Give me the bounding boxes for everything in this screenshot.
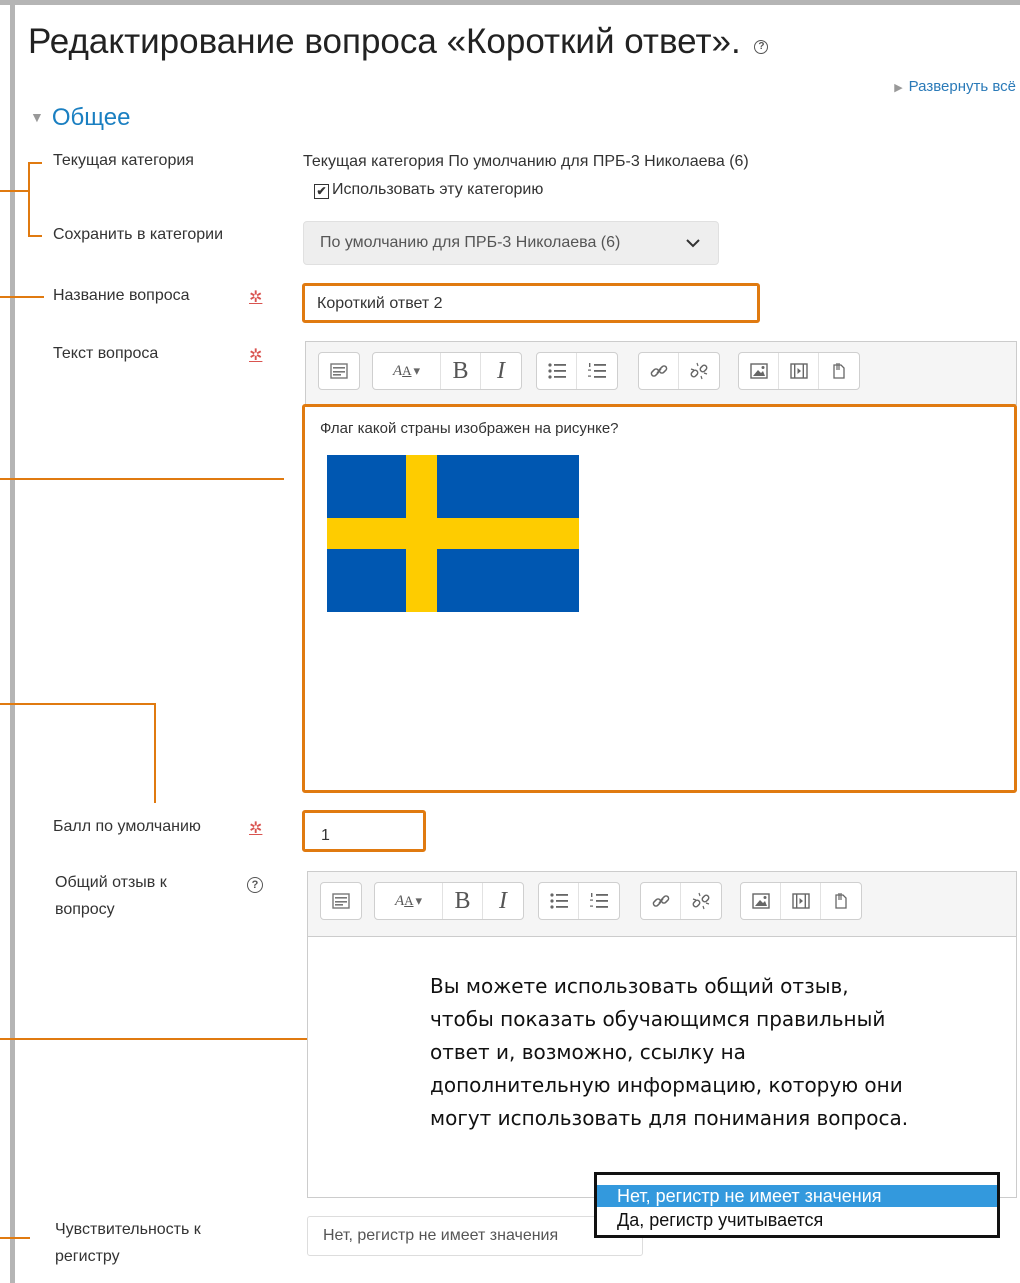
toolbar-group-3 (536, 352, 618, 390)
feedback-tip-text: Вы можете использовать общий отзыв, чтоб… (430, 970, 960, 1135)
default-mark-input[interactable]: 1 (302, 810, 426, 852)
section-general-toggle[interactable]: ▼ Общее (30, 104, 130, 132)
annotation-line (28, 162, 30, 237)
swedish-flag-image (327, 455, 579, 612)
bullet-list-icon[interactable] (539, 883, 579, 919)
question-circle-icon[interactable]: ? (247, 876, 263, 894)
help-icon[interactable]: ? (754, 40, 769, 54)
expand-all-link[interactable]: ▶ Развернуть всё (894, 78, 1016, 95)
toolbar-group-4 (640, 882, 722, 920)
case-sensitivity-select[interactable]: Нет, регистр не имеет значения (307, 1216, 643, 1256)
feedback-tip-line: чтобы показать обучающимся правильный (430, 1007, 886, 1031)
section-general-title: Общее (51, 104, 131, 131)
feedback-tip-line: дополнительную информацию, которую они (430, 1073, 903, 1097)
unlink-icon[interactable] (679, 353, 719, 389)
italic-icon[interactable]: I (483, 883, 523, 919)
expand-all-label: Развернуть всё (908, 78, 1016, 95)
bullet-list-icon[interactable] (537, 353, 577, 389)
current-category-value: Текущая категория По умолчанию для ПРБ-3… (303, 153, 749, 170)
question-name-input[interactable]: Короткий ответ 2 (302, 283, 760, 323)
case-sensitivity-dropdown: Нет, регистр не имеет значения Да, регис… (594, 1172, 1000, 1238)
default-mark-label: Балл по умолчанию (53, 818, 201, 835)
bold-icon[interactable]: B (441, 353, 481, 389)
annotation-line (28, 162, 42, 164)
toolbar-group-3 (538, 882, 620, 920)
numbered-list-icon[interactable] (577, 353, 617, 389)
annotation-line (0, 190, 28, 192)
toolbar-group-1 (320, 882, 362, 920)
case-sensitivity-label-line2: регистру (55, 1248, 120, 1265)
numbered-list-icon[interactable] (579, 883, 619, 919)
unlink-icon[interactable] (681, 883, 721, 919)
dropdown-option-case-sensitive[interactable]: Да, регистр учитывается (597, 1209, 997, 1231)
annotation-line (154, 703, 156, 803)
feedback-tip-line: Вы можете использовать общий отзыв, (430, 974, 849, 998)
font-size-icon[interactable]: A A ▾ (375, 883, 443, 919)
feedback-tip-line: могут использовать для понимания вопроса… (430, 1106, 909, 1130)
annotation-line (0, 703, 156, 705)
required-asterisk-icon: ✲ (249, 820, 263, 837)
use-category-checkbox[interactable]: ✔ (314, 184, 329, 199)
case-sensitivity-value: Нет, регистр не имеет значения (323, 1227, 559, 1244)
toolbar-toggle-icon[interactable] (321, 883, 361, 919)
triangle-right-icon: ▶ (894, 82, 903, 94)
annotation-line (28, 235, 42, 237)
case-sensitivity-label-line1: Чувствительность к (55, 1221, 201, 1238)
toolbar-group-4 (638, 352, 720, 390)
question-name-label: Название вопроса (53, 287, 190, 304)
use-category-checkbox-row[interactable]: ✔ Использовать эту категорию (314, 181, 543, 199)
toolbar-group-5 (740, 882, 862, 920)
page-title-text: Редактирование вопроса «Короткий ответ». (28, 22, 741, 61)
image-icon[interactable] (739, 353, 779, 389)
required-asterisk-icon: ✲ (249, 347, 263, 364)
flag-cross-horizontal (327, 518, 579, 549)
feedback-toolbar: A A ▾ B I (307, 871, 1017, 937)
current-category-label: Текущая категория (53, 152, 194, 169)
toolbar-group-5 (738, 352, 860, 390)
manage-files-icon[interactable] (821, 883, 861, 919)
save-category-label: Сохранить в категории (53, 226, 223, 243)
image-icon[interactable] (741, 883, 781, 919)
general-feedback-label-line1: Общий отзыв к (55, 874, 167, 891)
page-title: Редактирование вопроса «Короткий ответ».… (28, 22, 769, 62)
general-feedback-label-line2: вопросу (55, 901, 115, 918)
link-icon[interactable] (639, 353, 679, 389)
annotation-line (0, 478, 284, 480)
question-name-value: Короткий ответ 2 (317, 295, 443, 312)
toolbar-group-2: A A ▾ B I (374, 882, 524, 920)
window-frame-top (0, 0, 1020, 5)
media-icon[interactable] (779, 353, 819, 389)
use-category-label: Использовать эту категорию (332, 181, 544, 198)
dropdown-option-case-insensitive[interactable]: Нет, регистр не имеет значения (597, 1185, 997, 1207)
toolbar-group-1 (318, 352, 360, 390)
annotation-line (0, 296, 44, 298)
triangle-down-icon: ▼ (30, 109, 44, 125)
feedback-tip-line: ответ и, возможно, ссылку на (430, 1040, 746, 1064)
save-category-value: По умолчанию для ПРБ-3 Николаева (6) (320, 234, 621, 251)
save-category-select[interactable]: По умолчанию для ПРБ-3 Николаева (6) (303, 221, 719, 265)
required-asterisk-icon: ✲ (249, 289, 263, 306)
chevron-down-icon (686, 231, 700, 254)
question-text-label: Текст вопроса (53, 345, 159, 362)
link-icon[interactable] (641, 883, 681, 919)
question-text-content: Флаг какой страны изображен на рисунке? (320, 420, 619, 437)
italic-icon[interactable]: I (481, 353, 521, 389)
media-icon[interactable] (781, 883, 821, 919)
default-mark-value: 1 (321, 827, 330, 844)
toolbar-toggle-icon[interactable] (319, 353, 359, 389)
manage-files-icon[interactable] (819, 353, 859, 389)
question-text-toolbar: A A ▾ B I (305, 341, 1017, 405)
bold-icon[interactable]: B (443, 883, 483, 919)
font-size-icon[interactable]: A A ▾ (373, 353, 441, 389)
annotation-line (0, 1237, 30, 1239)
window-frame-left (10, 0, 15, 1283)
toolbar-group-2: A A ▾ B I (372, 352, 522, 390)
